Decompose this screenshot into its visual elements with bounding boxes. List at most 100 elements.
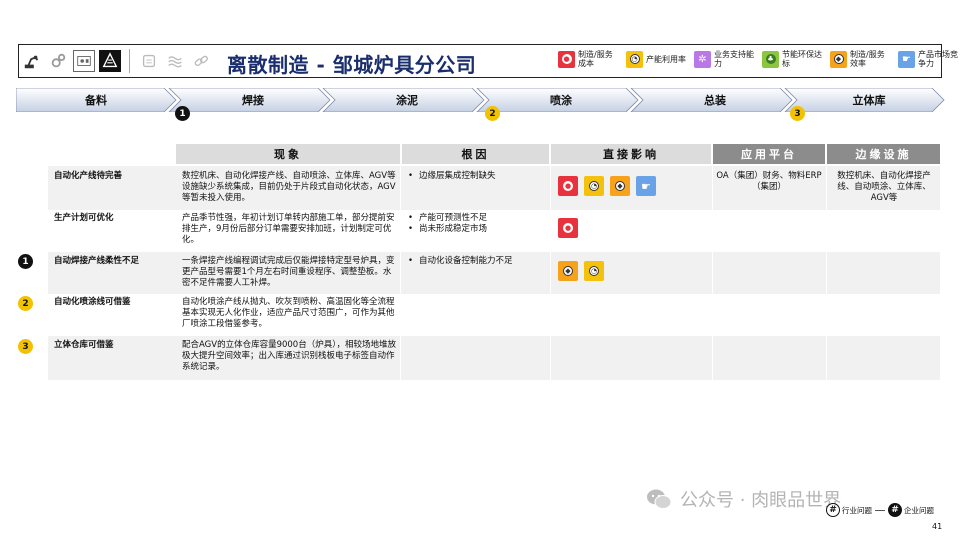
row-title: 生产计划可优化 [54, 213, 114, 223]
table-row: 生产计划可优化 产品季节性强，年初计划订单转内部施工单，部分提前安排生产，9月份… [48, 210, 940, 252]
cause-text: 尚未形成稳定市场 [419, 224, 488, 234]
column-divider [550, 166, 551, 380]
cause-text: 边缘层集成控制缺失 [419, 171, 496, 181]
header-direct-impact: 直接影响 [551, 144, 711, 164]
process-marker-2: 2 [485, 106, 500, 121]
legend-label: 制造/服务效率 [850, 50, 885, 68]
footer-legend: # 行业问题 # 企业问题 [826, 503, 934, 517]
process-marker-1: 1 [175, 106, 190, 121]
process-step-welding[interactable]: 焊接 [176, 92, 330, 108]
legend-item-competitiveness: ☛ 产品市场竞争力 [898, 50, 960, 68]
row-phenomenon: 配合AGV的立体仓库容量9000台（炉具），相较场地堆放极大提升空间效率；出入库… [182, 340, 396, 372]
cause-item: • 尚未形成稳定市场 [408, 224, 548, 235]
header-root-cause: 根因 [402, 144, 549, 164]
robot-arm-icon[interactable] [21, 50, 43, 72]
factory-icon[interactable] [99, 50, 121, 72]
row-edge: 数控机床、自动化焊接产线、自动喷涂、立体库、AGV等 [837, 171, 931, 203]
row-impacts: ● [558, 212, 708, 238]
legend-divider [875, 509, 885, 511]
row-impacts: ● ◔ ◆ ☛ [558, 170, 708, 196]
legend-industry-issue: # 行业问题 [826, 503, 872, 517]
enterprise-issue-label: 企业问题 [904, 505, 934, 515]
eco-icon: ♣ [762, 50, 779, 68]
page-number: 41 [932, 522, 943, 531]
watermark-text: 公众号 · 肉眼品世界 [680, 490, 842, 511]
cause-text: 产能可预测性不足 [419, 213, 488, 223]
legend-label: 产品市场竞争力 [918, 50, 958, 68]
legend-label: 业务支持能力 [714, 50, 754, 68]
row-phenomenon: 一条焊接产线编程调试完成后仅能焊接特定型号炉具，变更产品型号需要1个月左右时间重… [182, 256, 395, 288]
bullet-icon: • [408, 213, 414, 223]
table-row: 自动化喷涂线可借鉴 自动化喷涂产线从抛丸、吹灰到喷粉、高温固化等全流程基本实现无… [48, 294, 940, 336]
row-title: 立体仓库可借鉴 [54, 340, 114, 350]
cost-icon: ● [558, 176, 578, 196]
row-marker-1: 1 [18, 254, 33, 269]
process-step-warehouse[interactable]: 立体库 [792, 92, 946, 108]
efficiency-icon: ◆ [830, 50, 847, 68]
legend-label: 节能环保达标 [782, 50, 822, 68]
cause-text: 自动化设备控制能力不足 [419, 256, 513, 266]
column-divider [712, 166, 713, 380]
process-step-spraying[interactable]: 喷涂 [484, 92, 638, 108]
row-marker-3: 3 [18, 339, 33, 354]
row-marker-2: 2 [18, 296, 33, 311]
row-title: 自动化产线待完善 [54, 171, 123, 181]
row-phenomenon: 数控机床、自动化焊接产线、自动喷涂、立体库、AGV等设施缺少系统集成，目前仍处于… [182, 171, 396, 203]
cost-icon: ● [558, 50, 575, 68]
enterprise-issue-icon: # [888, 503, 902, 517]
row-phenomenon: 产品季节性强，年初计划订单转内部施工单，部分提前安排生产，9月份后部分订单需要安… [182, 213, 395, 245]
row-title: 自动化喷涂线可借鉴 [54, 297, 131, 307]
process-flow: 备料 焊接 涂泥 喷涂 总装 立体库 [16, 88, 946, 112]
process-step-prep[interactable]: 备料 [16, 92, 176, 108]
gears-icon[interactable] [47, 50, 69, 72]
legend-enterprise-issue: # 企业问题 [888, 503, 934, 517]
header-platform: 应用平台 [713, 144, 825, 164]
bullet-icon: • [408, 224, 414, 234]
impact-legend: ● 制造/服务成本 ◔ 产能利用率 ✲ 业务支持能力 ♣ 节能环保达标 ◆ 制造… [558, 50, 960, 68]
row-cause: • 边缘层集成控制缺失 [408, 171, 548, 182]
row-platform: OA（集团）财务、物料ERP（集团） [716, 171, 822, 192]
cause-item: • 产能可预测性不足 [408, 213, 548, 224]
chain-icon[interactable] [190, 50, 212, 72]
document-icon[interactable] [138, 50, 160, 72]
bullet-icon: • [408, 256, 414, 266]
bullet-icon: • [408, 171, 414, 181]
header-icon-strip [21, 48, 212, 74]
header-edge: 边缘设施 [827, 144, 940, 164]
table-row: 立体仓库可借鉴 配合AGV的立体仓库容量9000台（炉具），相较场地堆放极大提升… [48, 336, 940, 380]
legend-item-eco: ♣ 节能环保达标 [762, 50, 824, 68]
row-cause: • 自动化设备控制能力不足 [408, 256, 548, 267]
efficiency-icon: ◆ [610, 176, 630, 196]
legend-label: 制造/服务成本 [578, 50, 613, 68]
row-phenomenon: 自动化喷涂产线从抛丸、吹灰到喷粉、高温固化等全流程基本实现无人化作业，适应产品尺… [182, 297, 395, 329]
header-phenomenon: 现象 [176, 144, 400, 164]
capacity-icon: ◔ [626, 50, 643, 68]
competitiveness-icon: ☛ [636, 176, 656, 196]
efficiency-icon: ◆ [558, 261, 578, 281]
support-icon: ✲ [694, 50, 711, 68]
wechat-icon [647, 489, 672, 509]
column-divider [826, 166, 827, 380]
capacity-icon: ◔ [584, 261, 604, 281]
page-title: 离散制造 - 邹城炉具分公司 [227, 53, 477, 77]
column-divider [400, 166, 401, 380]
machine-panel-icon[interactable] [73, 50, 95, 72]
industry-issue-icon: # [826, 503, 840, 517]
process-marker-3: 3 [790, 106, 805, 121]
legend-item-capacity: ◔ 产能利用率 [626, 50, 688, 68]
row-title: 自动焊接产线柔性不足 [54, 256, 140, 266]
row-impacts: ◆ ◔ [558, 255, 708, 281]
legend-item-efficiency: ◆ 制造/服务效率 [830, 50, 892, 68]
process-step-assembly[interactable]: 总装 [638, 92, 792, 108]
header-divider [129, 49, 130, 73]
watermark: 公众号 · 肉眼品世界 [646, 486, 841, 512]
waves-icon[interactable] [164, 50, 186, 72]
table-row: 自动化产线待完善 数控机床、自动化焊接产线、自动喷涂、立体库、AGV等设施缺少系… [48, 166, 940, 210]
competitiveness-icon: ☛ [898, 50, 915, 68]
table-row: 自动焊接产线柔性不足 一条焊接产线编程调试完成后仅能焊接特定型号炉具，变更产品型… [48, 252, 940, 294]
legend-item-support: ✲ 业务支持能力 [694, 50, 756, 68]
capacity-icon: ◔ [584, 176, 604, 196]
cost-icon: ● [558, 218, 578, 238]
row-causes: • 产能可预测性不足 • 尚未形成稳定市场 [408, 213, 548, 235]
process-step-mud-coating[interactable]: 涂泥 [330, 92, 484, 108]
